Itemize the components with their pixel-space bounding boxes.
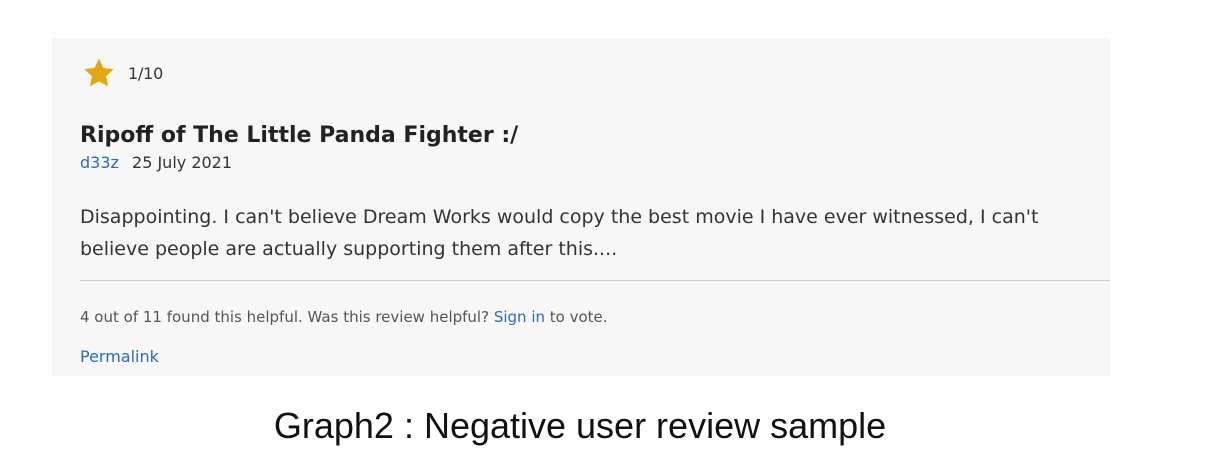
sign-in-link[interactable]: Sign in: [494, 308, 545, 326]
divider: [80, 280, 1110, 281]
rating: 1/10: [82, 56, 163, 90]
permalink-link[interactable]: Permalink: [80, 347, 159, 366]
helpful-prompt: 4 out of 11 found this helpful. Was this…: [80, 308, 608, 326]
star-icon: [82, 56, 116, 90]
page: 1/10 Ripoff of The Little Panda Fighter …: [0, 0, 1208, 472]
rating-value: 1/10: [128, 63, 164, 83]
review-card: 1/10 Ripoff of The Little Panda Fighter …: [52, 38, 1110, 376]
helpful-count-text: 4 out of 11 found this helpful. Was this…: [80, 308, 490, 326]
review-date: 25 July 2021: [132, 153, 233, 172]
review-meta: d33z 25 July 2021: [80, 153, 232, 172]
review-body: Disappointing. I can't believe Dream Wor…: [80, 206, 1039, 260]
vote-suffix-text: to vote.: [549, 308, 608, 326]
figure-caption: Graph2 : Negative user review sample: [273, 405, 887, 446]
author-link[interactable]: d33z: [80, 153, 119, 172]
review-title: Ripoff of The Little Panda Fighter :/: [80, 123, 519, 148]
